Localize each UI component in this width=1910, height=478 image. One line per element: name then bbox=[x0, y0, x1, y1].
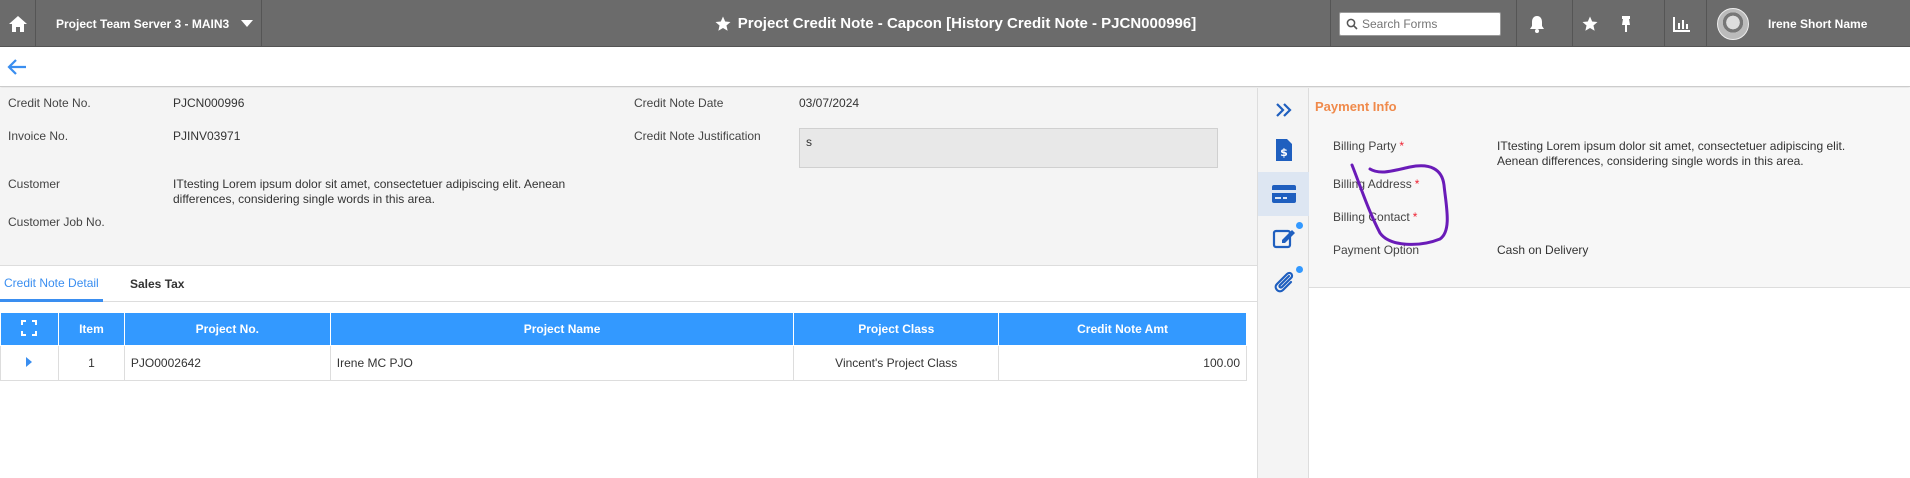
top-bar: Project Team Server 3 - MAIN3 Project Cr… bbox=[0, 0, 1910, 47]
credit-note-date-label: Credit Note Date bbox=[634, 96, 724, 110]
column-header-item[interactable]: Item bbox=[57, 312, 125, 346]
project-selector[interactable]: Project Team Server 3 - MAIN3 bbox=[36, 0, 262, 47]
billing-party-value-line-2: Aenean differences, considering single w… bbox=[1497, 154, 1804, 168]
expand-icon bbox=[21, 319, 38, 336]
payment-info-panel-button[interactable] bbox=[1258, 172, 1310, 216]
customer-value-line-1: ITtesting Lorem ipsum dolor sit amet, co… bbox=[173, 177, 566, 191]
favorites-button[interactable] bbox=[1572, 0, 1608, 47]
billing-party-value-line-1: ITtesting Lorem ipsum dolor sit amet, co… bbox=[1497, 139, 1846, 153]
favorite-star-icon[interactable] bbox=[714, 15, 732, 33]
notification-dot bbox=[1296, 222, 1303, 229]
credit-note-header-form: Credit Note No. PJCN000996 Invoice No. P… bbox=[0, 88, 1257, 266]
search-icon bbox=[1346, 18, 1358, 30]
credit-note-detail-table: Item Project No. Project Name Project Cl… bbox=[0, 312, 1247, 381]
user-name[interactable]: Irene Short Name bbox=[1768, 0, 1867, 47]
detail-tabs: Credit Note Detail Sales Tax bbox=[0, 266, 1257, 302]
cell-item: 1 bbox=[57, 345, 125, 381]
cell-credit-note-amt: 100.00 bbox=[998, 345, 1247, 381]
action-bar bbox=[0, 47, 1910, 87]
reports-button[interactable] bbox=[1664, 0, 1700, 47]
page-title: Project Credit Note - Capcon [History Cr… bbox=[737, 15, 1197, 32]
invoice-dollar-icon: $ bbox=[1276, 139, 1292, 161]
billing-party-label: Billing Party * bbox=[1333, 139, 1404, 153]
tab-sales-tax[interactable]: Sales Tax bbox=[126, 266, 188, 302]
divider bbox=[1706, 0, 1707, 47]
column-header-project-name[interactable]: Project Name bbox=[329, 312, 795, 346]
customer-value-line-2: differences, considering single words in… bbox=[173, 192, 435, 206]
billing-party-value: ITtesting Lorem ipsum dolor sit amet, co… bbox=[1497, 139, 1897, 169]
home-icon bbox=[8, 15, 27, 32]
table-row[interactable]: 1 PJO0002642 Irene MC PJO Vincent's Proj… bbox=[0, 345, 1247, 381]
side-panel-toolbar: $ bbox=[1257, 88, 1310, 478]
double-chevron-right-icon bbox=[1276, 103, 1292, 117]
bar-chart-icon bbox=[1673, 16, 1690, 32]
credit-note-no-value: PJCN000996 bbox=[173, 96, 245, 110]
credit-card-icon bbox=[1272, 185, 1296, 203]
search-box[interactable] bbox=[1339, 12, 1501, 36]
credit-note-no-label: Credit Note No. bbox=[8, 96, 91, 110]
customer-job-no-label: Customer Job No. bbox=[8, 215, 105, 229]
home-button[interactable] bbox=[0, 0, 36, 47]
caret-right-icon bbox=[26, 357, 33, 367]
hand-drawn-annotation bbox=[1350, 163, 1449, 246]
back-arrow-icon[interactable] bbox=[6, 57, 28, 77]
edit-icon bbox=[1272, 229, 1295, 249]
expand-grid-button[interactable] bbox=[0, 312, 59, 346]
payment-info-title: Payment Info bbox=[1315, 99, 1397, 114]
invoice-panel-button[interactable]: $ bbox=[1258, 128, 1310, 172]
notes-panel-button[interactable] bbox=[1258, 216, 1310, 260]
table-header-row: Item Project No. Project Name Project Cl… bbox=[0, 312, 1247, 346]
bell-icon bbox=[1530, 15, 1544, 33]
billing-party-label-text: Billing Party bbox=[1333, 139, 1397, 153]
star-icon bbox=[1582, 16, 1598, 31]
customer-value: ITtesting Lorem ipsum dolor sit amet, co… bbox=[173, 177, 565, 207]
justification-label: Credit Note Justification bbox=[634, 129, 761, 143]
credit-note-date-value: 03/07/2024 bbox=[799, 96, 860, 110]
tab-credit-note-detail[interactable]: Credit Note Detail bbox=[0, 266, 103, 302]
row-expand-button[interactable] bbox=[0, 345, 59, 381]
notifications-button[interactable] bbox=[1519, 0, 1555, 47]
paperclip-icon bbox=[1274, 271, 1294, 293]
avatar[interactable] bbox=[1717, 8, 1749, 40]
column-header-project-no[interactable]: Project No. bbox=[123, 312, 331, 346]
cell-project-no: PJO0002642 bbox=[123, 345, 331, 381]
required-marker: * bbox=[1399, 139, 1405, 153]
column-header-project-class[interactable]: Project Class bbox=[793, 312, 1000, 346]
chevron-down-icon bbox=[241, 20, 254, 27]
customer-label: Customer bbox=[8, 177, 61, 191]
notification-dot bbox=[1296, 266, 1303, 273]
divider bbox=[1330, 0, 1331, 47]
collapse-panel-button[interactable] bbox=[1258, 88, 1310, 132]
svg-text:$: $ bbox=[1280, 146, 1288, 159]
invoice-no-label: Invoice No. bbox=[8, 129, 69, 143]
cell-project-name: Irene MC PJO bbox=[329, 345, 795, 381]
divider bbox=[1516, 0, 1517, 47]
invoice-no-value: PJINV03971 bbox=[173, 129, 241, 143]
pin-button[interactable] bbox=[1608, 0, 1644, 47]
search-input[interactable] bbox=[1362, 17, 1492, 31]
justification-textarea[interactable]: s bbox=[799, 128, 1218, 168]
attachments-panel-button[interactable] bbox=[1258, 260, 1310, 304]
payment-option-value: Cash on Delivery bbox=[1497, 243, 1589, 257]
column-header-credit-note-amt[interactable]: Credit Note Amt bbox=[998, 312, 1247, 346]
pin-icon bbox=[1622, 15, 1630, 32]
project-selector-label: Project Team Server 3 - MAIN3 bbox=[56, 16, 230, 31]
cell-project-class: Vincent's Project Class bbox=[793, 345, 1000, 381]
